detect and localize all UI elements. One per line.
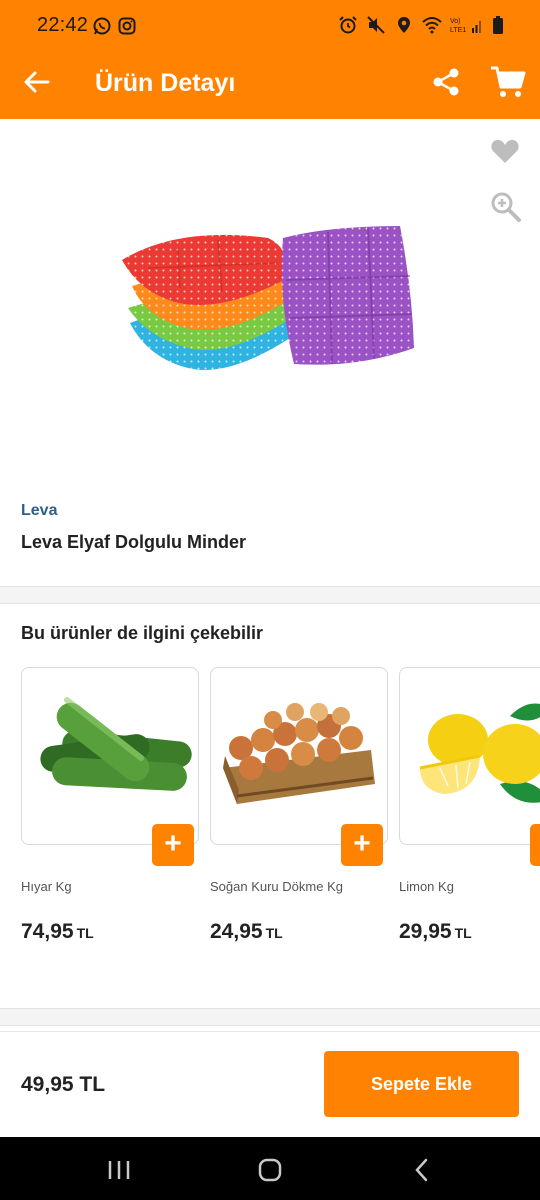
product-name: Leva Elyaf Dolgulu Minder xyxy=(21,532,247,552)
battery-icon xyxy=(493,16,503,34)
app-bar: Ürün Detayı xyxy=(0,52,540,119)
instagram-icon xyxy=(118,17,136,35)
status-bar: 22:42 Vo) LTE1 xyxy=(0,0,540,52)
total-price: 49,95 TL xyxy=(21,1073,106,1096)
card-price-sogan: 24,95 TL xyxy=(210,920,283,943)
recommendations-title: Bu ürünler de ilgini çekebilir xyxy=(21,623,264,643)
product-card-sogan[interactable] xyxy=(210,667,388,845)
add-button-hiyar[interactable]: + xyxy=(152,824,194,866)
add-button-sogan[interactable]: + xyxy=(341,824,383,866)
add-button-limon[interactable] xyxy=(530,824,540,866)
card-price-hiyar: 74,95 TL xyxy=(21,920,94,943)
share-icon[interactable] xyxy=(432,67,460,97)
heart-icon[interactable] xyxy=(490,136,520,166)
card-name-sogan: Soğan Kuru Dökme Kg xyxy=(210,879,343,894)
svg-text:LTE1: LTE1 xyxy=(450,27,466,34)
system-nav-bar xyxy=(0,1137,540,1200)
svg-text:Vo): Vo) xyxy=(450,18,461,25)
whatsapp-icon xyxy=(93,17,111,35)
card-price-limon: 29,95 TL xyxy=(399,920,472,943)
product-brand[interactable]: Leva xyxy=(21,502,57,520)
product-image xyxy=(122,226,414,370)
page-title: Ürün Detayı xyxy=(95,69,236,97)
alarm-icon xyxy=(339,16,357,34)
system-back-icon[interactable] xyxy=(407,1155,437,1185)
wifi-icon xyxy=(422,17,442,34)
product-card-hiyar[interactable] xyxy=(21,667,199,845)
volte-signal-icon: Vo) LTE1 xyxy=(450,18,481,34)
section-divider xyxy=(0,586,540,604)
onion-crate-image xyxy=(223,703,375,804)
section-divider xyxy=(0,1008,540,1026)
back-arrow-icon[interactable] xyxy=(22,67,52,97)
location-icon xyxy=(398,17,410,33)
cart-icon[interactable] xyxy=(490,65,526,99)
bottom-bar: 49,95 TL Sepete Ekle xyxy=(0,1031,540,1137)
recent-apps-icon[interactable] xyxy=(104,1155,134,1185)
home-icon[interactable] xyxy=(255,1155,285,1185)
lemon-image xyxy=(419,703,540,803)
cucumber-image xyxy=(40,697,192,791)
mute-icon xyxy=(367,16,385,34)
card-name-limon: Limon Kg xyxy=(399,879,454,894)
status-time: 22:42 xyxy=(37,14,89,36)
add-to-cart-button[interactable]: Sepete Ekle xyxy=(324,1051,519,1117)
card-name-hiyar: Hıyar Kg xyxy=(21,879,72,894)
zoom-in-icon[interactable] xyxy=(490,191,522,223)
product-card-limon[interactable] xyxy=(399,667,540,845)
